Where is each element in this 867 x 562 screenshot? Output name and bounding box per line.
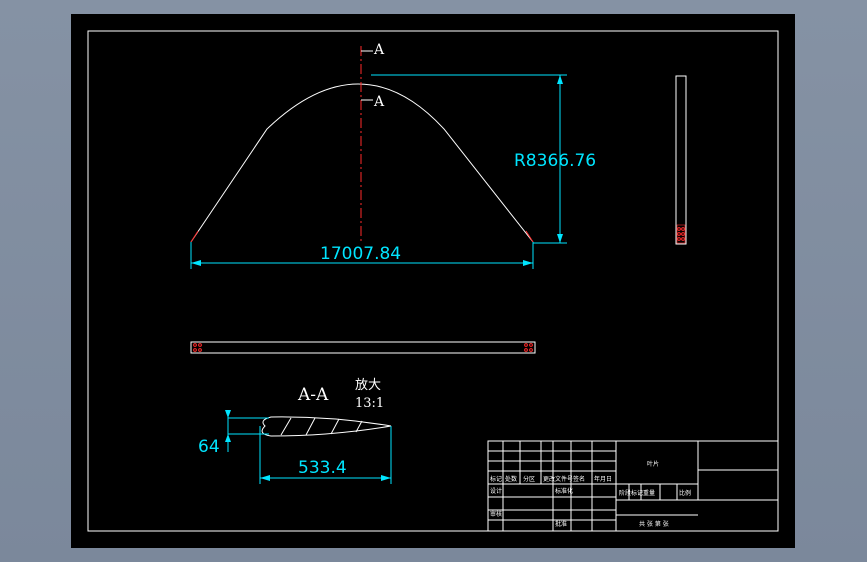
airfoil-section [261,416,392,437]
tb-designer: 设计 [490,487,502,495]
scale-title: 放大 [355,378,381,393]
tb-count: 处数 [505,475,517,483]
tb-zone: 分区 [523,475,535,483]
radius-dimension: R8366.76 [514,151,596,171]
title-block [487,440,779,532]
tb-approve: 批准 [555,520,567,528]
tb-date: 年月日 [594,475,612,483]
section-title: A-A [297,385,329,405]
tb-change-doc: 更改文件号 [543,475,573,483]
cad-drawing-canvas[interactable]: A A R8366.76 17007.84 A-A 放大 13:1 64 533… [71,14,795,548]
tb-signature: 签名 [573,475,585,483]
section-label-top: A [373,42,385,58]
drawing-frame [87,30,779,532]
tb-sheets: 共 张 第 张 [639,520,669,528]
tb-stage-mark: 阶段标记 [619,489,643,497]
part-name: 叶片 [647,460,659,468]
top-view-hatch-right [524,343,533,352]
thickness-dimension: 64 [198,437,220,457]
blade-outline [190,83,534,243]
section-label-bottom: A [373,94,385,110]
scale-value: 13:1 [355,396,384,411]
blade-tip-marks [190,230,534,243]
tb-weight: 重量 [643,489,655,497]
side-view [675,75,687,245]
chord-dimension: 533.4 [298,458,347,478]
length-dimension: 17007.84 [320,244,401,264]
top-view [190,341,536,354]
tb-scale: 比例 [679,489,691,497]
tb-checker: 审核 [490,510,502,518]
side-view-hatch [676,224,686,244]
drawing-svg: A A R8366.76 17007.84 A-A 放大 13:1 64 533… [87,30,779,532]
top-view-hatch-left [193,343,202,352]
tb-standardize: 标准化 [555,487,573,495]
tb-mark: 标记 [490,475,502,483]
